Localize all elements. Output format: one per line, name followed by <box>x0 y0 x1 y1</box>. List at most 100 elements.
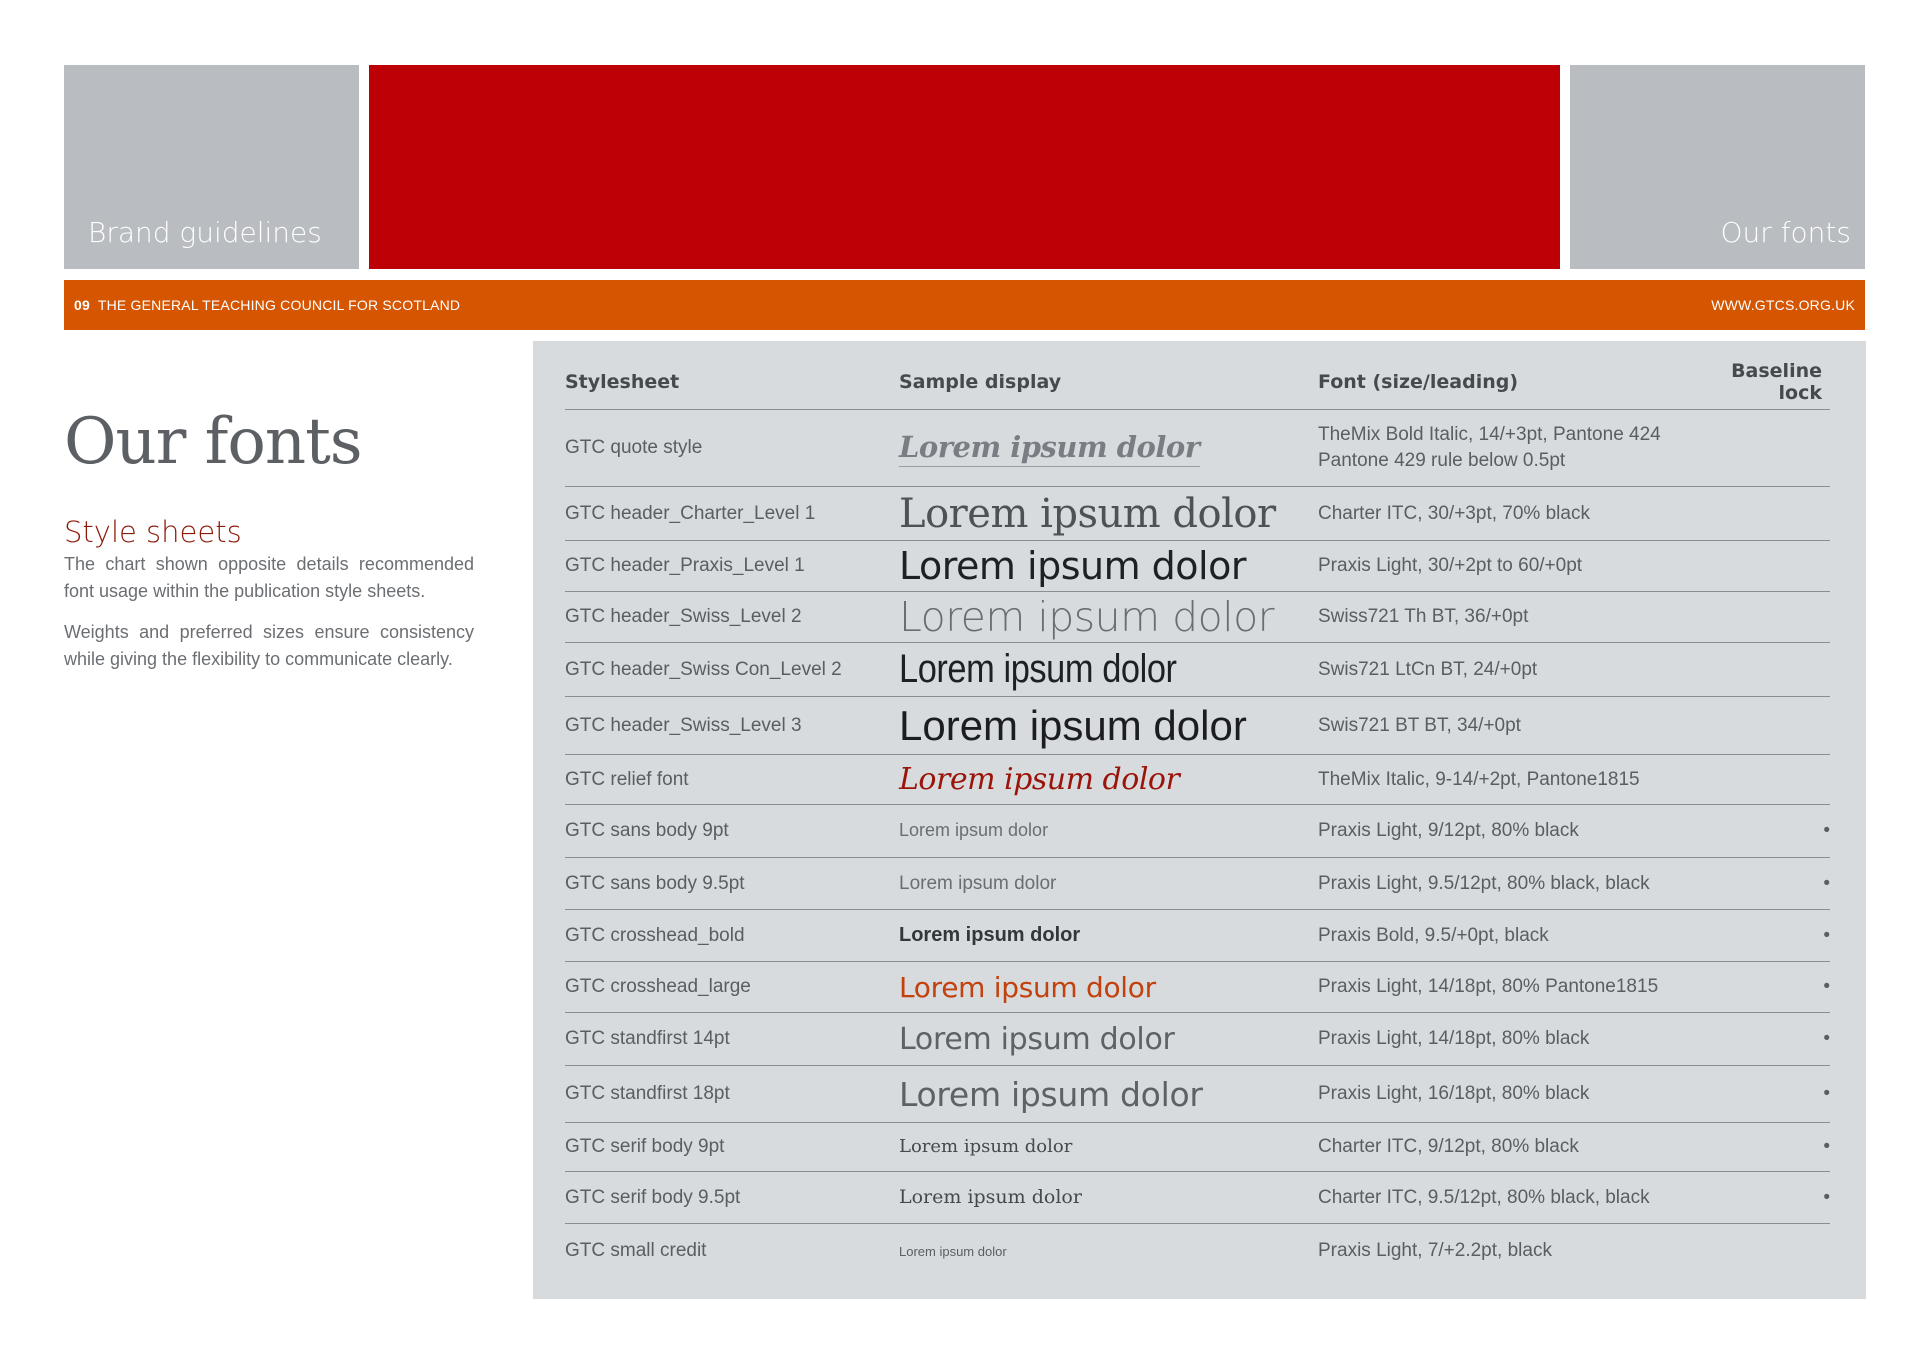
header-font: Font (size/leading) <box>1318 355 1698 410</box>
stylesheet-cell: GTC header_Praxis_Level 1 <box>565 540 899 592</box>
baseline-cell <box>1698 754 1830 805</box>
font-cell: Praxis Light, 14/18pt, 80% Pantone1815 <box>1318 961 1698 1013</box>
sample-cell: Lorem ipsum dolor <box>899 701 1247 749</box>
sample-cell: Lorem ipsum dolor <box>899 1021 1175 1057</box>
font-table-panel: Stylesheet Sample display Font (size/lea… <box>533 341 1866 1299</box>
sample-cell: Lorem ipsum dolor <box>899 647 1177 691</box>
sample-cell: Lorem ipsum dolor <box>899 544 1246 588</box>
table-row: GTC crosshead_large Lorem ipsum dolor Pr… <box>565 961 1830 1013</box>
font-cell: Praxis Light, 16/18pt, 80% black <box>1318 1065 1698 1123</box>
font-cell-line2: Pantone 429 rule below 0.5pt <box>1318 450 1566 471</box>
header-grey-block-right: Our fonts <box>1570 65 1865 269</box>
table-row: GTC header_Praxis_Level 1 Lorem ipsum do… <box>565 540 1830 592</box>
sample-cell: Lorem ipsum dolor <box>899 970 1156 1004</box>
font-cell: Praxis Light, 9/12pt, 80% black <box>1318 804 1698 858</box>
header-stylesheet: Stylesheet <box>565 355 899 410</box>
stylesheet-cell: GTC header_Swiss Con_Level 2 <box>565 642 899 697</box>
stylesheet-cell: GTC serif body 9pt <box>565 1122 899 1172</box>
section-label: Our fonts <box>1720 216 1852 249</box>
stylesheet-cell: GTC header_Charter_Level 1 <box>565 486 899 541</box>
baseline-cell <box>1698 540 1830 592</box>
baseline-cell <box>1698 486 1830 541</box>
baseline-cell: • <box>1698 804 1830 858</box>
baseline-cell: • <box>1698 1171 1830 1224</box>
table-row: GTC header_Swiss Con_Level 2 Lorem ipsum… <box>565 642 1830 697</box>
table-row: GTC header_Swiss_Level 3 Lorem ipsum dol… <box>565 696 1830 755</box>
sample-cell: Lorem ipsum dolor <box>899 593 1275 641</box>
sample-cell: Lorem ipsum dolor <box>899 1136 1073 1157</box>
sample-cell: Lorem ipsum dolor <box>899 430 1200 467</box>
stylesheet-cell: GTC header_Swiss_Level 2 <box>565 591 899 643</box>
table-row: GTC serif body 9.5pt Lorem ipsum dolor C… <box>565 1171 1830 1224</box>
font-cell: TheMix Bold Italic, 14/+3pt, Pantone 424 <box>1318 424 1661 445</box>
page-number: 09 <box>74 297 90 313</box>
orange-header-bar: 09 THE GENERAL TEACHING COUNCIL FOR SCOT… <box>64 280 1865 330</box>
baseline-cell: • <box>1698 857 1830 910</box>
intro-paragraph-1: The chart shown opposite details recomme… <box>64 554 474 601</box>
font-cell: Praxis Light, 9.5/12pt, 80% black, black <box>1318 857 1698 910</box>
sample-cell: Lorem ipsum dolor <box>899 872 1057 894</box>
table-row: GTC relief font Lorem ipsum dolor TheMix… <box>565 754 1830 805</box>
baseline-cell: • <box>1698 1012 1830 1066</box>
font-cell: Swiss721 Th BT, 36/+0pt <box>1318 591 1698 643</box>
font-cell: Swis721 LtCn BT, 24/+0pt <box>1318 642 1698 697</box>
sample-cell: Lorem ipsum dolor <box>899 762 1180 797</box>
table-row: GTC sans body 9.5pt Lorem ipsum dolor Pr… <box>565 857 1830 910</box>
baseline-cell <box>1698 696 1830 755</box>
header-red-band <box>369 65 1560 269</box>
font-cell: TheMix Italic, 9-14/+2pt, Pantone1815 <box>1318 754 1698 805</box>
font-cell: Charter ITC, 30/+3pt, 70% black <box>1318 486 1698 541</box>
website-link[interactable]: WWW.GTCS.ORG.UK <box>1711 297 1855 313</box>
table-row: GTC serif body 9pt Lorem ipsum dolor Cha… <box>565 1122 1830 1172</box>
table-row: GTC header_Swiss_Level 2 Lorem ipsum dol… <box>565 591 1830 643</box>
header-sample: Sample display <box>899 355 1318 410</box>
table-row: GTC standfirst 18pt Lorem ipsum dolor Pr… <box>565 1065 1830 1123</box>
sample-cell: Lorem ipsum dolor <box>899 1074 1203 1114</box>
table-row: GTC quote style Lorem ipsum dolor TheMix… <box>565 409 1830 487</box>
baseline-cell: • <box>1698 1122 1830 1172</box>
font-cell: Praxis Light, 14/18pt, 80% black <box>1318 1012 1698 1066</box>
sample-cell: Lorem ipsum dolor <box>899 820 1049 840</box>
font-cell: Charter ITC, 9/12pt, 80% black <box>1318 1122 1698 1172</box>
baseline-cell <box>1698 1224 1830 1278</box>
stylesheet-cell: GTC standfirst 14pt <box>565 1012 899 1066</box>
baseline-cell: • <box>1698 1065 1830 1123</box>
header-grey-block-left: Brand guidelines <box>64 65 359 269</box>
stylesheet-cell: GTC crosshead_bold <box>565 909 899 962</box>
intro-paragraph-2: Weights and preferred sizes ensure consi… <box>64 622 474 669</box>
font-cell: Praxis Light, 7/+2.2pt, black <box>1318 1239 1552 1261</box>
font-cell: Praxis Light, 30/+2pt to 60/+0pt <box>1318 540 1698 592</box>
baseline-cell: • <box>1698 909 1830 962</box>
baseline-cell <box>1698 642 1830 697</box>
stylesheet-cell: GTC serif body 9.5pt <box>565 1171 899 1224</box>
stylesheet-cell: GTC header_Swiss_Level 3 <box>565 696 899 755</box>
sample-cell: Lorem ipsum dolor <box>899 1186 1082 1208</box>
table-header-row: Stylesheet Sample display Font (size/lea… <box>565 355 1830 410</box>
stylesheet-cell: GTC standfirst 18pt <box>565 1065 899 1123</box>
stylesheet-cell: GTC crosshead_large <box>565 961 899 1013</box>
baseline-cell: • <box>1698 961 1830 1013</box>
brand-guidelines-label: Brand guidelines <box>88 216 322 249</box>
stylesheet-cell: GTC quote style <box>565 409 899 487</box>
table-row: GTC sans body 9pt Lorem ipsum dolor Prax… <box>565 804 1830 858</box>
font-table: Stylesheet Sample display Font (size/lea… <box>565 355 1830 1278</box>
sample-cell: Lorem ipsum dolor <box>899 924 1081 946</box>
table-row: GTC small credit Lorem ipsum dolor Praxi… <box>565 1224 1830 1278</box>
header-baseline: Baseline lock <box>1698 355 1830 410</box>
page-title: Our fonts <box>64 405 363 479</box>
font-cell: Praxis Bold, 9.5/+0pt, black <box>1318 909 1698 962</box>
sample-cell: Lorem ipsum dolor <box>899 1243 1007 1259</box>
sample-cell: Lorem ipsum dolor <box>899 490 1276 537</box>
font-cell: Charter ITC, 9.5/12pt, 80% black, black <box>1318 1171 1698 1224</box>
table-row: GTC crosshead_bold Lorem ipsum dolor Pra… <box>565 909 1830 962</box>
font-cell: Swis721 BT BT, 34/+0pt <box>1318 696 1698 755</box>
section-subtitle: Style sheets <box>64 515 242 549</box>
baseline-cell <box>1698 591 1830 643</box>
stylesheet-cell: GTC sans body 9.5pt <box>565 857 899 910</box>
stylesheet-cell: GTC small credit <box>565 1239 707 1261</box>
organisation-line: 09 THE GENERAL TEACHING COUNCIL FOR SCOT… <box>74 297 460 313</box>
table-row: GTC standfirst 14pt Lorem ipsum dolor Pr… <box>565 1012 1830 1066</box>
stylesheet-cell: GTC sans body 9pt <box>565 804 899 858</box>
baseline-cell <box>1698 409 1830 487</box>
organisation-name: THE GENERAL TEACHING COUNCIL FOR SCOTLAN… <box>97 297 461 313</box>
